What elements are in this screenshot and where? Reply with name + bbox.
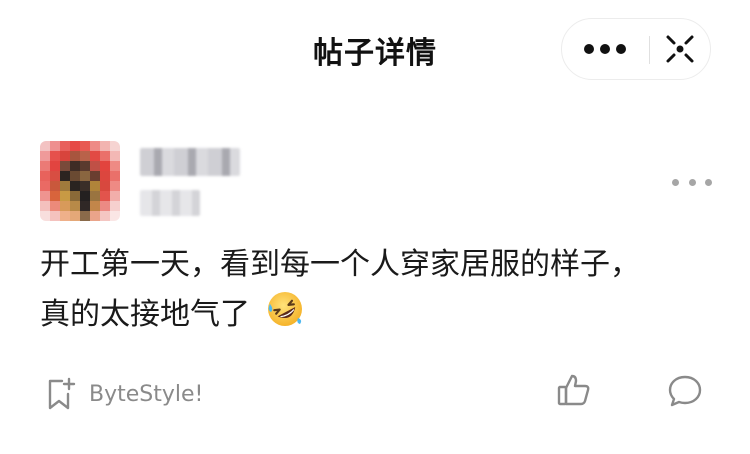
post-meta-redacted <box>140 190 200 216</box>
comment-button[interactable] <box>667 373 703 409</box>
more-dots-icon <box>584 44 626 54</box>
mini-program-capsule <box>561 18 711 80</box>
post-text: 开工第一天，看到每一个人穿家居服的样子， 真的太接地气了 <box>40 247 640 332</box>
close-button[interactable] <box>650 19 710 79</box>
nav-bar: 帖子详情 <box>0 0 750 100</box>
thumbs-up-icon <box>557 374 590 406</box>
more-button[interactable] <box>562 19 648 79</box>
post-more-button[interactable] <box>672 172 712 192</box>
close-target-icon <box>666 35 694 63</box>
author-name-redacted[interactable] <box>140 148 240 176</box>
bookmark-plus-icon <box>48 377 76 410</box>
avatar[interactable] <box>40 141 120 221</box>
comment-icon <box>668 375 702 407</box>
dot <box>688 178 696 186</box>
dot <box>672 178 679 186</box>
like-button[interactable] <box>556 372 592 408</box>
brand-label: ByteStyle! <box>89 381 204 407</box>
dot <box>705 178 712 186</box>
rolling-laughing-emoji-icon <box>268 292 302 326</box>
brand-link[interactable]: ByteStyle! <box>45 374 203 414</box>
